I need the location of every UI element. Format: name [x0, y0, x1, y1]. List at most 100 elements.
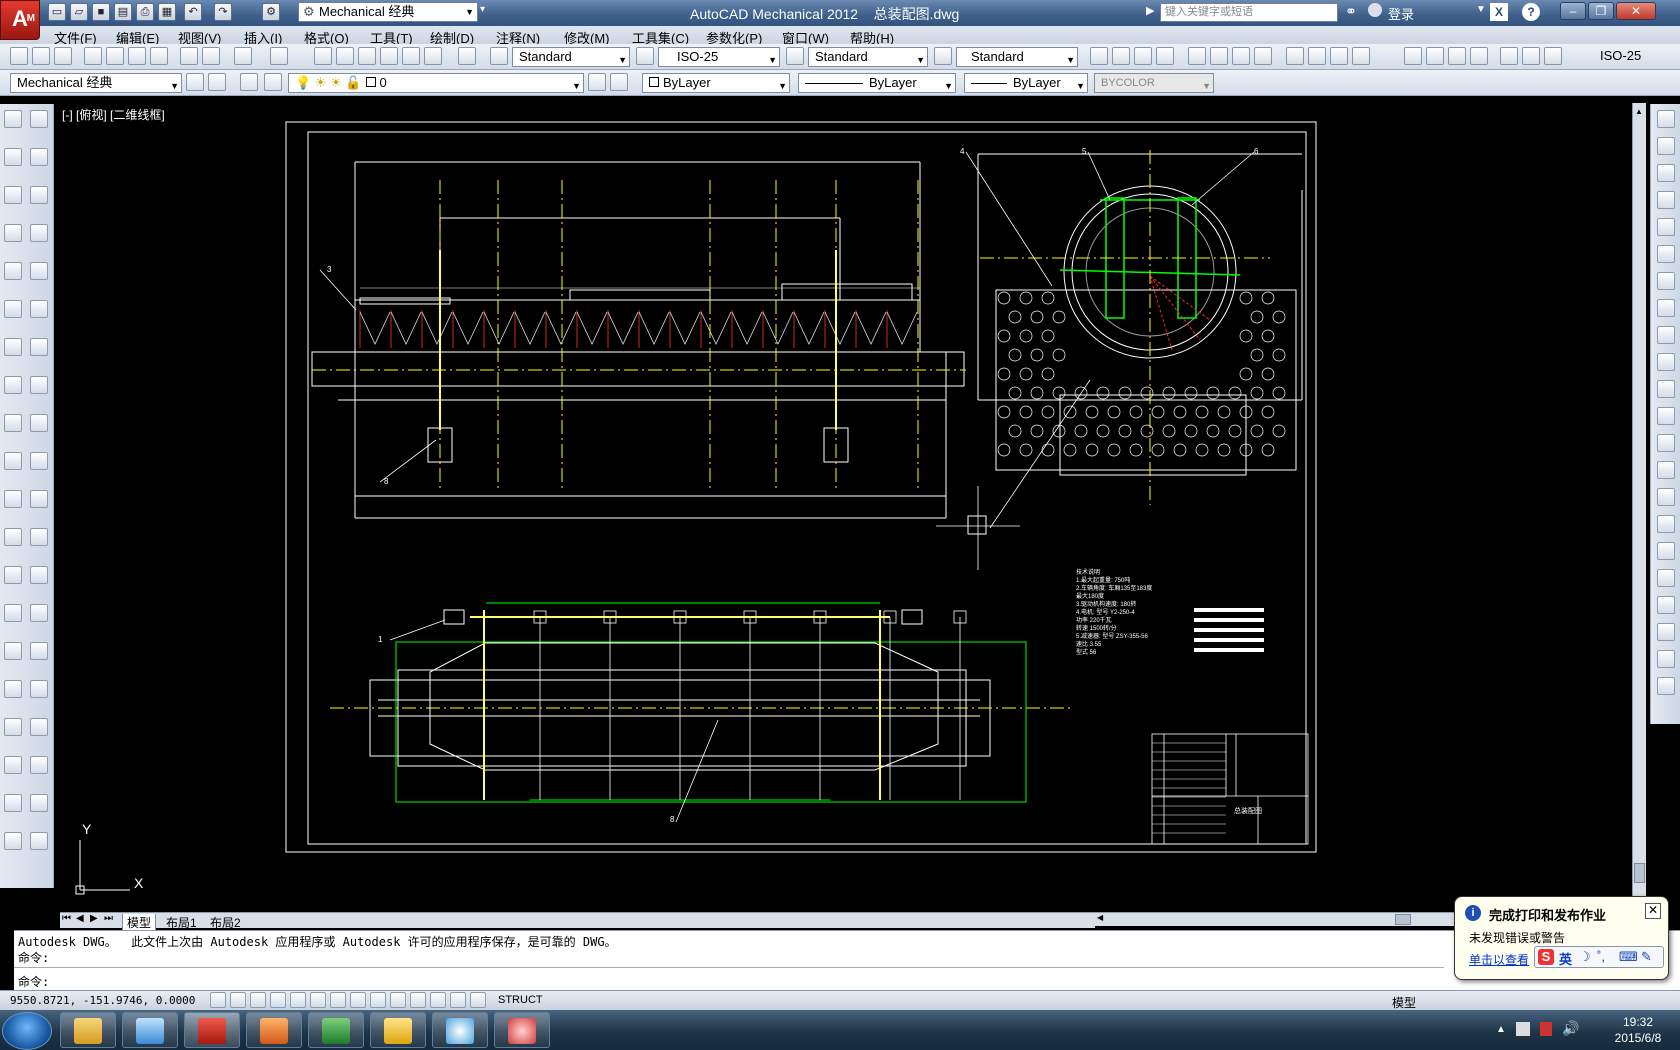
table-b-icon[interactable] [30, 756, 48, 774]
line-a-icon[interactable] [4, 110, 22, 128]
workspace-settings-icon[interactable] [186, 73, 204, 91]
close-button[interactable]: ✕ [1616, 2, 1656, 20]
viewport-controls[interactable]: [-] [俯视] [二维线框] [62, 106, 165, 123]
continue-dim-icon[interactable] [1330, 47, 1348, 65]
chamfer-icon[interactable] [1657, 488, 1675, 506]
array-icon[interactable] [1657, 218, 1675, 236]
new-file-icon[interactable]: ▭ [48, 3, 66, 21]
save-icon[interactable] [54, 47, 72, 65]
markup-icon[interactable] [402, 47, 420, 65]
minimize-button[interactable]: – [1560, 2, 1586, 20]
polygon-a-icon[interactable] [4, 224, 22, 242]
taskbar-autocad[interactable] [184, 1012, 240, 1048]
search-input[interactable]: 键入关键字或短语 [1160, 3, 1338, 22]
tab-nav-next-icon[interactable]: ▶ [90, 913, 98, 924]
layer-state-icon[interactable] [264, 73, 282, 91]
gradient-b-icon[interactable] [30, 680, 48, 698]
tray-expand-icon[interactable]: ▲ [1496, 1024, 1506, 1035]
arc-length-icon[interactable] [1134, 47, 1152, 65]
point-a-icon[interactable] [4, 604, 22, 622]
command-input[interactable]: 命令: [18, 973, 49, 990]
login-button[interactable]: 登录 [1388, 4, 1414, 23]
hatch-a-icon[interactable] [4, 642, 22, 660]
diameter-dim-icon[interactable] [1232, 47, 1250, 65]
arc-b-icon[interactable] [30, 300, 48, 318]
qnew-icon[interactable] [10, 47, 28, 65]
login-chevron-icon[interactable]: ▼ [1476, 4, 1486, 15]
snap-toggle-icon[interactable] [210, 992, 226, 1008]
point-b-icon[interactable] [30, 604, 48, 622]
region-a-icon[interactable] [4, 718, 22, 736]
linear-dim-icon[interactable] [1090, 47, 1108, 65]
ellipse-arc-b-icon[interactable] [30, 490, 48, 508]
ortho-toggle-icon[interactable] [250, 992, 266, 1008]
dim-style-select[interactable]: ISO-25 ▼ [658, 47, 780, 67]
extend-icon[interactable] [1657, 380, 1675, 398]
system-clock[interactable]: 19:32 2015/6/8 [1606, 1014, 1670, 1046]
rectangle-b-icon[interactable] [30, 262, 48, 280]
multiline-text-a-icon[interactable] [4, 794, 22, 812]
restore-button[interactable]: ❐ [1588, 2, 1614, 20]
properties-icon[interactable] [314, 47, 332, 65]
stretch-icon[interactable] [1657, 326, 1675, 344]
table-style-icon[interactable] [786, 47, 804, 65]
3dosnap-toggle-icon[interactable] [310, 992, 326, 1008]
align-icon[interactable] [1657, 623, 1675, 641]
layer-previous-icon[interactable] [610, 73, 628, 91]
add-selected-b-icon[interactable] [30, 832, 48, 850]
lwt-toggle-icon[interactable] [390, 992, 406, 1008]
jogged-dim-icon[interactable] [1210, 47, 1228, 65]
table-a-icon[interactable] [4, 756, 22, 774]
application-menu-button[interactable]: AM [0, 0, 40, 40]
layer-select[interactable]: 💡 ☀ ☀ 🔓 0 ▼ [288, 73, 584, 93]
quickcalc-icon[interactable] [424, 47, 442, 65]
polyline-a-icon[interactable] [4, 186, 22, 204]
copy-icon[interactable] [1657, 137, 1675, 155]
taskbar-files[interactable] [370, 1012, 426, 1048]
tab-nav-last-icon[interactable]: ⏭ [104, 913, 113, 924]
offset-icon[interactable] [1657, 191, 1675, 209]
qp-toggle-icon[interactable] [430, 992, 446, 1008]
wrench-icon[interactable]: ✎ [1641, 949, 1652, 965]
sogou-icon[interactable]: S [1538, 949, 1554, 965]
osnap-toggle-icon[interactable] [290, 992, 306, 1008]
ellipse-arc-a-icon[interactable] [4, 490, 22, 508]
layer-properties-icon[interactable] [240, 73, 258, 91]
dim-edit-icon[interactable] [1500, 47, 1518, 65]
moon-icon[interactable]: ☽ [1579, 949, 1591, 965]
tpy-toggle-icon[interactable] [410, 992, 426, 1008]
taskbar-powerpoint[interactable] [246, 1012, 302, 1048]
tray-volume-icon[interactable]: 🔊 [1562, 1020, 1579, 1037]
help-icon[interactable] [458, 47, 476, 65]
ellipse-a-icon[interactable] [4, 452, 22, 470]
move-icon[interactable] [1657, 245, 1675, 263]
matchprop-icon[interactable] [180, 47, 198, 65]
taskbar-explorer[interactable] [60, 1012, 116, 1048]
3d-print-icon[interactable] [150, 47, 168, 65]
color-select[interactable]: ByLayer ▼ [642, 73, 790, 93]
tab-layout2[interactable]: 布局2 [206, 914, 245, 931]
dim-update-icon[interactable] [1544, 47, 1562, 65]
workspace-select[interactable]: ⚙ Mechanical 经典 ▼ [298, 2, 478, 22]
linetype-select[interactable]: ByLayer ▼ [798, 73, 956, 93]
undo-icon[interactable] [234, 47, 252, 65]
rotate-icon[interactable] [1657, 272, 1675, 290]
print-icon[interactable]: ▦ [158, 3, 176, 21]
text-style-select[interactable]: Standard ▼ [512, 47, 630, 67]
ime-lang-toggle[interactable]: 英 [1559, 949, 1572, 968]
help-icon[interactable]: ? [1522, 3, 1540, 21]
blend-icon[interactable] [1657, 596, 1675, 614]
ducs-toggle-icon[interactable] [350, 992, 366, 1008]
balloon-view-link[interactable]: 单击以查看 [1469, 951, 1529, 968]
rectangle-a-icon[interactable] [4, 262, 22, 280]
taskbar-notepad[interactable] [122, 1012, 178, 1048]
dim-space-icon[interactable] [1352, 47, 1370, 65]
vertical-scrollbar[interactable]: ▲ [1632, 103, 1646, 918]
polar-toggle-icon[interactable] [270, 992, 286, 1008]
binoculars-icon[interactable]: ⚭ [1345, 3, 1357, 20]
save-as-icon[interactable]: ▤ [114, 3, 132, 21]
vertical-scroll-thumb[interactable] [1634, 863, 1645, 883]
circle-b-icon[interactable] [30, 338, 48, 356]
dyn-toggle-icon[interactable] [370, 992, 386, 1008]
break-icon[interactable] [1657, 434, 1675, 452]
